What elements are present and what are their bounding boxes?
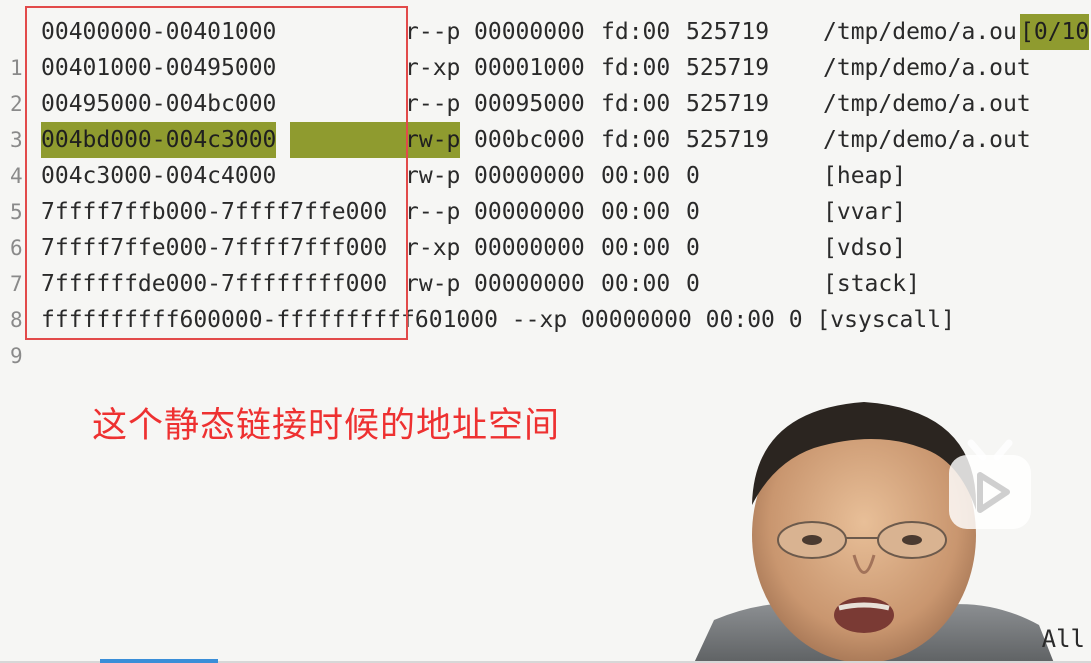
device: 00:00 [601,271,671,297]
device: fd:00 [601,91,671,117]
device: fd:00 [601,55,671,81]
scroll-position: All [1041,625,1085,653]
annotation-caption: 这个静态链接时候的地址空间 [92,406,561,446]
path: [vvar] [823,199,907,225]
inode: 525719 [686,127,770,153]
path: /tmp/demo/a.out [823,127,1031,153]
permissions: r--p [405,199,461,225]
line-number: 9 [10,344,23,368]
path: /tmp/demo/a.out [823,55,1031,81]
device: fd:00 [601,19,671,45]
path: [stack] [823,271,920,297]
path: [vdso] [823,235,907,261]
progress-indicator [100,659,218,663]
permissions: r-xp [405,55,461,81]
annotation-box [25,6,408,340]
inode: 0 [686,163,700,189]
inode: 0 [686,199,700,225]
inode: 0 [686,235,700,261]
path: [heap] [823,163,907,189]
inode: 0 [686,271,700,297]
inode: 525719 [686,91,770,117]
play-icon[interactable] [945,435,1035,535]
offset: 00095000 [474,91,585,117]
inode: 525719 [686,19,770,45]
match-counter: [0/10 [1020,14,1090,50]
device: 00:00 [601,235,671,261]
offset: 00000000 [474,199,585,225]
offset: 00000000 [474,19,585,45]
offset: 00000000 [474,235,585,261]
path: /tmp/demo/a.out [823,91,1031,117]
permissions: rw-p [405,163,461,189]
path: /tmp/demo/a.ou [823,19,1017,45]
offset: 00000000 [474,163,585,189]
permissions: rw-p [405,271,461,297]
permissions: r--p [405,19,461,45]
device: fd:00 [601,127,671,153]
offset: 00000000 [474,271,585,297]
permissions-highlighted: rw-p [405,122,461,158]
inode: 525719 [686,55,770,81]
offset: 00001000 [474,55,585,81]
permissions: r--p [405,91,461,117]
permissions: r-xp [405,235,461,261]
device: 00:00 [601,199,671,225]
offset: 000bc000 [474,127,585,153]
device: 00:00 [601,163,671,189]
